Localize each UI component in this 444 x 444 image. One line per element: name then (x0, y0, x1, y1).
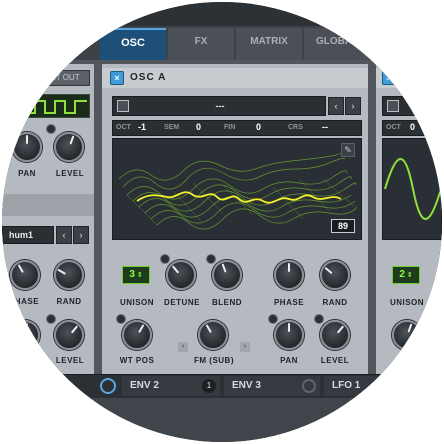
left-phase-label: PHASE (8, 297, 40, 306)
osc-a-fin-value[interactable]: 0 (256, 122, 261, 132)
left-pan-knob[interactable] (12, 132, 42, 162)
osc-a-fm-prev[interactable]: ‹ (178, 342, 188, 352)
osc-b-oct-value[interactable]: 0 (410, 122, 415, 132)
left-pan-label: PAN (18, 169, 36, 178)
left-out-button[interactable]: ET OUT (40, 70, 90, 86)
osc-b-unison-updown-icon: ⇕ (404, 272, 413, 279)
osc-b-enable-icon: × (386, 73, 392, 83)
osc-b-unison-voices[interactable]: 2 ⇕ (392, 266, 420, 284)
env3-label: ENV 3 (232, 380, 261, 391)
osc-a-wavetable-next[interactable]: › (345, 97, 361, 115)
left-level-mod[interactable] (46, 124, 56, 134)
env2-tab[interactable]: ENV 2 1 (122, 376, 220, 396)
osc-a-oct-value[interactable]: -1 (138, 122, 146, 132)
osc-a-sem-label: SEM (164, 124, 180, 131)
osc-b-wavetable-view[interactable] (382, 138, 442, 240)
tab-matrix-label: MATRIX (250, 36, 288, 47)
osc-a-enable-toggle[interactable]: × (110, 71, 124, 85)
osc-a-phase-knob[interactable] (274, 260, 304, 290)
osc-a-pan-mod[interactable] (268, 314, 278, 324)
osc-a-pan-knob[interactable] (274, 320, 304, 350)
left-level2-mod[interactable] (46, 314, 56, 324)
left-divider (2, 194, 94, 216)
env3-drag-icon[interactable] (302, 379, 316, 393)
env3-tab[interactable]: ENV 3 (224, 376, 320, 396)
osc-a-blend-knob[interactable] (212, 260, 242, 290)
osc-a-crs-label: CRS (288, 124, 303, 131)
tab-osc[interactable]: OSC (100, 28, 166, 60)
osc-a-sem-value[interactable]: 0 (196, 122, 201, 132)
osc-a-unison-voices[interactable]: 3 ⇕ (122, 266, 150, 284)
osc-b-sine-graphic (384, 158, 441, 220)
left-level2-label: LEVEL (55, 356, 85, 365)
left-rand-label: RAND (56, 297, 82, 306)
osc-a-level-knob[interactable] (320, 320, 350, 350)
left-level2-knob[interactable] (54, 320, 84, 350)
osc-a-phase-label: PHASE (273, 298, 305, 307)
osc-a-detune-label: DETUNE (164, 298, 200, 307)
left-out-button-label: ET OUT (50, 73, 80, 82)
serum-synth-view: OSC FX MATRIX GLOBAL ET OUT PAN LEVEL hu… (2, 2, 442, 442)
tab-osc-label: OSC (121, 37, 145, 49)
left-level-label: LEVEL (55, 169, 85, 178)
osc-a-wavetable-name: --- (215, 101, 225, 111)
osc-a-crs-value[interactable]: -- (322, 122, 328, 132)
square-wave-graphic (25, 100, 87, 114)
lfo1-tab[interactable]: LFO 1 (324, 376, 442, 396)
tab-fx[interactable]: FX (168, 28, 234, 60)
osc-a-fin-label: FIN (224, 124, 236, 131)
left-level-knob[interactable] (54, 132, 84, 162)
osc-b-wavetable-display[interactable] (382, 96, 442, 116)
osc-a-level-label: LEVEL (320, 356, 350, 365)
osc-a-wt-pos-knob[interactable] (122, 320, 152, 350)
left-preset-label: hum1 (9, 230, 34, 240)
left-rand-knob[interactable] (54, 260, 84, 290)
osc-a-detune-knob[interactable] (166, 260, 196, 290)
left-preset-display[interactable]: hum1 (2, 226, 54, 244)
osc-a-blend-label: BLEND (211, 298, 243, 307)
env2-count-badge: 1 (202, 379, 216, 393)
env1-drag-icon[interactable] (100, 378, 116, 394)
tab-fx-label: FX (194, 36, 208, 47)
osc-a-blend-mod[interactable] (206, 254, 216, 264)
osc-b-unison-label: UNISON (389, 298, 425, 307)
osc-a-pan-label: PAN (280, 356, 298, 365)
left-knob-lower[interactable] (10, 320, 40, 350)
wavetable-edit-icon[interactable]: ✎ (341, 143, 355, 157)
osc-a-rand-label: RAND (322, 298, 348, 307)
osc-b-lower-knob[interactable] (392, 320, 422, 350)
osc-a-detune-mod[interactable] (160, 254, 170, 264)
osc-a-level-mod[interactable] (314, 314, 324, 324)
left-preset-prev[interactable]: ‹ (56, 226, 72, 244)
osc-a-oct-label: OCT (116, 124, 131, 131)
left-waveform-display (20, 94, 90, 118)
mod-editor-area (2, 398, 442, 442)
osc-a-unison-label: UNISON (119, 298, 155, 307)
osc-a-fm-label: FM (SUB) (194, 356, 234, 365)
tab-matrix[interactable]: MATRIX (236, 28, 302, 60)
left-phase-knob[interactable] (10, 260, 40, 290)
osc-a-wavetable-view[interactable]: ✎ 89 (112, 138, 362, 240)
osc-a-fm-knob[interactable] (198, 320, 228, 350)
tab-global-label: GLOBAL (316, 36, 359, 47)
osc-a-title: OSC A (130, 72, 167, 83)
env2-label: ENV 2 (130, 380, 159, 391)
osc-a-wt-pos-mod[interactable] (116, 314, 126, 324)
osc-a-fm-next[interactable]: › (240, 342, 250, 352)
wavetable-3d-graphic (118, 152, 358, 230)
osc-b-enable-toggle[interactable]: × (382, 71, 396, 85)
osc-a-wavetable-display[interactable]: --- (112, 96, 326, 116)
osc-b-oct-label: OCT (386, 124, 401, 131)
wavetable-frame-display[interactable]: 89 (331, 219, 355, 233)
left-preset-next[interactable]: › (73, 226, 89, 244)
tab-global[interactable]: GLOBAL (304, 28, 370, 60)
osc-a-enable-icon: × (114, 73, 120, 83)
osc-a-wavetable-prev[interactable]: ‹ (328, 97, 344, 115)
lfo1-label: LFO 1 (332, 380, 361, 391)
osc-a-wt-pos-label: WT POS (119, 356, 155, 365)
osc-a-unison-updown-icon: ⇕ (134, 272, 143, 279)
osc-b-save-icon[interactable] (387, 100, 399, 112)
osc-a-rand-knob[interactable] (320, 260, 350, 290)
